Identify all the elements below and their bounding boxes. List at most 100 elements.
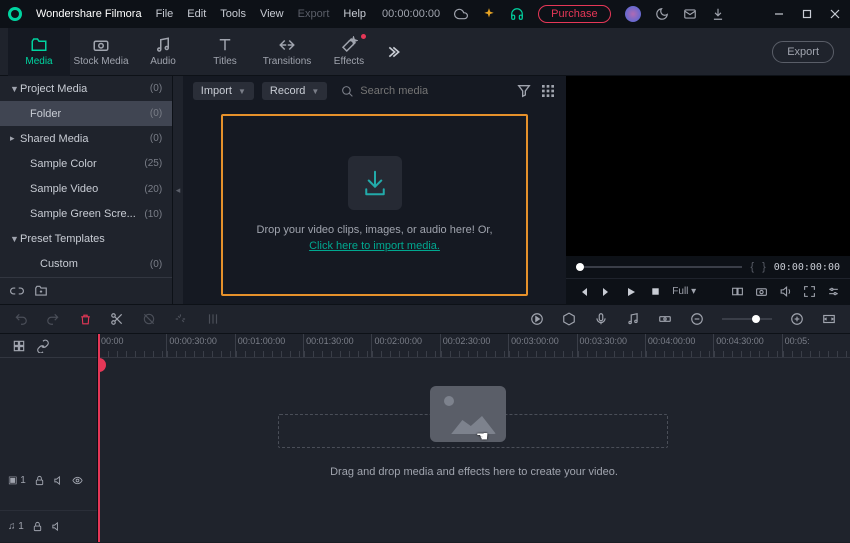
speed-button[interactable] <box>174 312 188 326</box>
sidebar-collapse-handle[interactable]: ◂ <box>173 76 183 304</box>
audio-beat-button[interactable] <box>626 312 640 326</box>
menu-edit[interactable]: Edit <box>187 8 206 20</box>
audio-track-header[interactable]: ♫ 1 <box>0 510 97 542</box>
link-icon[interactable] <box>36 339 50 353</box>
text-icon <box>216 36 234 54</box>
sidebar-item-sample-green-screen[interactable]: Sample Green Scre... (10) <box>0 202 172 227</box>
timeline-tracks[interactable]: 00:00 00:00:30:00 00:01:00:00 00:01:30:0… <box>98 334 850 542</box>
zoom-in-button[interactable] <box>790 312 804 326</box>
sidebar-item-sample-color[interactable]: Sample Color (25) <box>0 151 172 176</box>
import-icon <box>348 156 402 210</box>
more-tabs-icon[interactable] <box>388 44 404 60</box>
main-tabs: Media Stock Media Audio Titles Transitio… <box>0 28 850 76</box>
menu-help[interactable]: Help <box>343 8 366 20</box>
split-button[interactable] <box>110 312 124 326</box>
preview-quality-dropdown[interactable]: Full ▾ <box>672 286 696 297</box>
audio-mixer-button[interactable] <box>206 312 220 326</box>
mark-out-icon[interactable]: } <box>762 261 766 273</box>
menu-tools[interactable]: Tools <box>220 8 246 20</box>
cloud-icon[interactable] <box>454 7 468 21</box>
lock-icon[interactable] <box>32 521 43 532</box>
mark-in-icon[interactable]: { <box>750 261 754 273</box>
zoom-out-button[interactable] <box>690 312 704 326</box>
tab-media[interactable]: Media <box>8 28 70 76</box>
tab-effects[interactable]: Effects <box>318 28 380 76</box>
record-dropdown[interactable]: Record▼ <box>262 82 327 100</box>
zoom-fit-button[interactable] <box>822 312 836 326</box>
play-button[interactable] <box>624 285 638 299</box>
notification-dot-icon <box>361 34 366 39</box>
wand-icon <box>340 36 358 54</box>
video-track-header[interactable]: ▣ 1 <box>0 464 97 496</box>
redo-button[interactable] <box>46 312 60 326</box>
sidebar-item-shared-media[interactable]: ▸ Shared Media (0) <box>0 126 172 151</box>
next-frame-button[interactable] <box>600 285 614 299</box>
marker-button[interactable] <box>562 312 576 326</box>
zoom-slider[interactable] <box>722 318 772 320</box>
preview-viewport[interactable] <box>566 76 850 256</box>
crop-button[interactable] <box>142 312 156 326</box>
snapshot-icon[interactable] <box>754 285 768 299</box>
search-media-wrap <box>335 82 508 101</box>
grid-view-icon[interactable] <box>540 83 556 99</box>
preview-scrubber[interactable] <box>576 266 742 268</box>
timeline-ruler[interactable]: 00:00 00:00:30:00 00:01:00:00 00:01:30:0… <box>98 334 850 358</box>
filter-icon[interactable] <box>516 83 532 99</box>
avatar-icon[interactable] <box>625 6 641 22</box>
drop-zone-text: Drop your video clips, images, or audio … <box>257 222 493 255</box>
sidebar-item-preset-templates[interactable]: ▼ Preset Templates <box>0 227 172 252</box>
volume-icon[interactable] <box>778 285 792 299</box>
mail-icon[interactable] <box>683 7 697 21</box>
render-preview-button[interactable] <box>530 312 544 326</box>
export-button[interactable]: Export <box>772 41 834 63</box>
folder-icon <box>30 36 48 54</box>
search-media-input[interactable] <box>360 85 502 97</box>
tab-stock-media[interactable]: Stock Media <box>70 28 132 76</box>
headset-icon[interactable] <box>510 7 524 21</box>
lock-icon[interactable] <box>34 475 45 486</box>
mute-icon[interactable] <box>51 521 62 532</box>
close-button[interactable] <box>828 7 842 21</box>
moon-icon[interactable] <box>655 7 669 21</box>
delete-button[interactable] <box>78 312 92 326</box>
playhead[interactable] <box>98 334 100 542</box>
prev-frame-button[interactable] <box>576 285 590 299</box>
minimize-button[interactable] <box>772 7 786 21</box>
search-icon <box>341 85 354 98</box>
media-drop-zone[interactable]: Drop your video clips, images, or audio … <box>221 114 529 296</box>
track-manager-icon[interactable] <box>12 339 26 353</box>
tab-transitions[interactable]: Transitions <box>256 28 318 76</box>
fullscreen-icon[interactable] <box>802 285 816 299</box>
unlink-icon[interactable] <box>10 284 24 298</box>
tab-titles[interactable]: Titles <box>194 28 256 76</box>
stop-button[interactable] <box>648 285 662 299</box>
menu-file[interactable]: File <box>156 8 174 20</box>
import-dropdown[interactable]: Import▼ <box>193 82 254 100</box>
menu-view[interactable]: View <box>260 8 284 20</box>
sidebar-item-sample-video[interactable]: Sample Video (20) <box>0 177 172 202</box>
purchase-button[interactable]: Purchase <box>538 5 610 23</box>
adjustment-button[interactable] <box>658 312 672 326</box>
preview-panel: { } 00:00:00:00 Full ▾ <box>566 76 850 304</box>
timeline: ▣ 1 ♫ 1 00:00 00:00:30:00 00:01:00:00 00… <box>0 334 850 542</box>
cursor-icon: ☚ <box>476 428 489 445</box>
new-folder-icon[interactable] <box>34 284 48 298</box>
menu-export[interactable]: Export <box>298 8 330 20</box>
undo-button[interactable] <box>14 312 28 326</box>
import-link[interactable]: Click here to import media. <box>309 240 440 252</box>
download-icon[interactable] <box>711 7 725 21</box>
app-logo-icon <box>8 7 22 21</box>
settings-icon[interactable] <box>826 285 840 299</box>
camera-icon <box>92 36 110 54</box>
preview-timecode: 00:00:00:00 <box>774 262 840 273</box>
compare-icon[interactable] <box>730 285 744 299</box>
sidebar-item-custom[interactable]: Custom (0) <box>0 252 172 277</box>
maximize-button[interactable] <box>800 7 814 21</box>
sidebar-item-folder[interactable]: Folder (0) <box>0 101 172 126</box>
voiceover-button[interactable] <box>594 312 608 326</box>
tab-audio[interactable]: Audio <box>132 28 194 76</box>
visibility-icon[interactable] <box>72 475 83 486</box>
sidebar-item-project-media[interactable]: ▼ Project Media (0) <box>0 76 172 101</box>
mute-icon[interactable] <box>53 475 64 486</box>
sparkle-icon[interactable] <box>482 7 496 21</box>
